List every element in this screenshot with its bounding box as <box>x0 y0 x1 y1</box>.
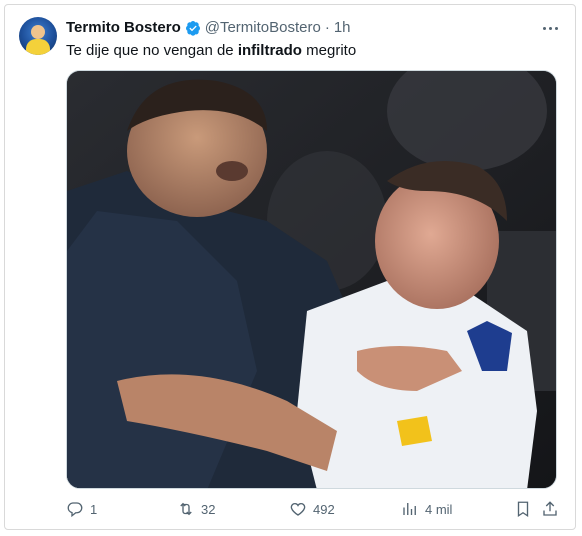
share-icon <box>543 501 557 516</box>
avatar-shirt <box>26 39 50 55</box>
avatar-head <box>31 25 45 39</box>
retweet-icon <box>180 502 192 516</box>
reply-button[interactable]: 1 <box>66 500 97 518</box>
bookmark-icon <box>517 501 529 518</box>
media-illustration <box>67 71 556 488</box>
views-icon <box>403 503 416 515</box>
more-icon[interactable] <box>540 18 560 38</box>
separator-dot: · <box>324 19 330 36</box>
avatar[interactable] <box>19 17 57 55</box>
retweet-count: 32 <box>201 501 216 517</box>
reply-icon <box>67 502 83 518</box>
tweet-media-image[interactable] <box>66 70 557 489</box>
views-count: 4 mil <box>425 501 453 517</box>
reply-count: 1 <box>90 501 98 517</box>
tweet-text-start: Te dije que no vengan de <box>66 42 238 59</box>
author-handle[interactable]: @TermitoBostero <box>205 19 321 37</box>
verified-icon <box>185 21 200 36</box>
tweet-text-bold: infiltrado <box>237 42 302 59</box>
like-count: 492 <box>313 501 335 517</box>
tweet-text: Te dije que no vengan de infiltrado megr… <box>66 41 356 61</box>
author-name[interactable]: Termito Bostero <box>66 19 181 37</box>
tweet-header: Termito Bostero @TermitoBostero · 1h <box>66 19 351 37</box>
timestamp[interactable]: 1h <box>334 19 351 37</box>
share-button[interactable] <box>541 500 565 518</box>
retweet-button[interactable]: 32 <box>177 500 215 518</box>
bookmark-button[interactable] <box>514 500 538 518</box>
tweet-actions: 1 32 492 4 mil <box>66 500 560 520</box>
views-button[interactable]: 4 mil <box>401 500 452 518</box>
like-icon <box>290 503 306 516</box>
like-button[interactable]: 492 <box>289 500 335 518</box>
tweet-text-end: megrito <box>301 42 357 59</box>
